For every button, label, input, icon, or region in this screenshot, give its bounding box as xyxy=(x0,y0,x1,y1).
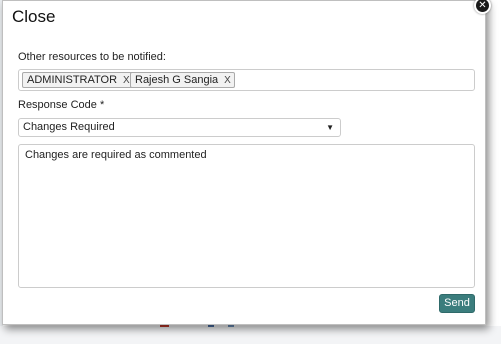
response-code-select[interactable]: Changes Required ▼ xyxy=(18,118,341,137)
background-page-strip xyxy=(0,326,501,344)
notify-resources-input[interactable]: ADMINISTRATOR X Rajesh G Sangia X xyxy=(18,69,475,91)
dialog-title: Close xyxy=(12,7,56,26)
remove-tag-icon[interactable]: X xyxy=(224,74,234,88)
notify-label: Other resources to be notified: xyxy=(18,51,166,63)
dropdown-arrow-icon: ▼ xyxy=(326,123,334,132)
close-dialog: Close Other resources to be notified: AD… xyxy=(2,0,486,325)
response-code-label: Response Code * xyxy=(18,99,105,111)
response-code-value: Changes Required xyxy=(23,121,115,133)
comment-textarea[interactable]: Changes are required as commented xyxy=(18,144,475,288)
resource-tag: Rajesh G Sangia X xyxy=(130,72,235,88)
send-button[interactable]: Send xyxy=(439,294,475,313)
resource-tag-label: ADMINISTRATOR xyxy=(27,74,118,86)
resource-tag-label: Rajesh G Sangia xyxy=(135,74,219,86)
resource-tag: ADMINISTRATOR X xyxy=(22,72,134,88)
